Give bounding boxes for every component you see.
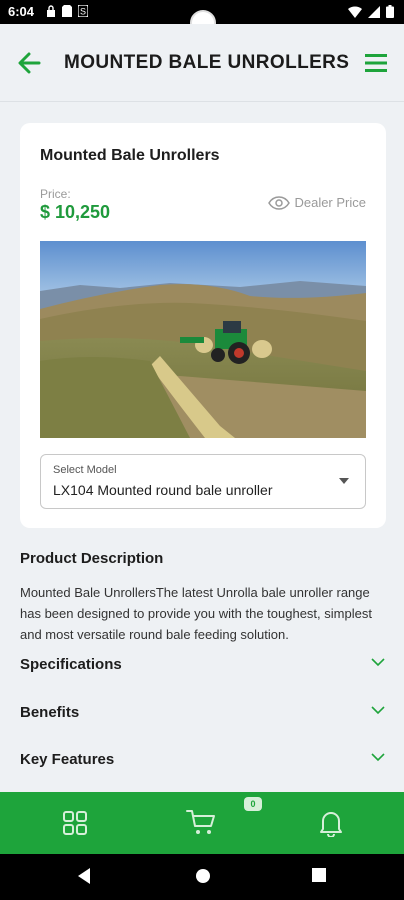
cart-count-badge: 0 bbox=[244, 797, 262, 811]
status-left-icons: S bbox=[46, 5, 88, 17]
dealer-price-label: Dealer Price bbox=[294, 195, 366, 210]
description-title: Product Description bbox=[20, 550, 164, 567]
product-image bbox=[40, 241, 366, 438]
s-icon: S bbox=[78, 5, 88, 17]
bottom-navigation: 0 bbox=[0, 792, 404, 854]
cart-icon bbox=[186, 810, 215, 834]
model-select-value: LX104 Mounted round bale unroller bbox=[53, 482, 273, 498]
nav-notifications-button[interactable] bbox=[314, 806, 348, 840]
home-circle-icon[interactable] bbox=[194, 867, 212, 885]
back-button[interactable] bbox=[14, 48, 44, 78]
description-text: Mounted Bale UnrollersThe latest Unrolla… bbox=[20, 585, 372, 642]
accordion-label: Key Features bbox=[20, 751, 115, 768]
lock-icon bbox=[47, 5, 55, 17]
model-select[interactable]: Select Model LX104 Mounted round bale un… bbox=[40, 454, 366, 509]
product-title: Mounted Bale Unrollers bbox=[40, 147, 220, 164]
battery-icon bbox=[386, 5, 394, 18]
nav-categories-button[interactable] bbox=[58, 806, 92, 840]
system-navigation-bar bbox=[0, 854, 404, 900]
accordion-specifications[interactable]: Specifications bbox=[20, 651, 386, 681]
wifi-icon bbox=[348, 5, 362, 18]
accordion-key-features[interactable]: Key Features bbox=[20, 746, 386, 776]
dropdown-arrow-icon bbox=[339, 478, 349, 484]
svg-text:S: S bbox=[80, 7, 86, 17]
status-time: 6:04 bbox=[8, 4, 35, 19]
accordion-label: Benefits bbox=[20, 704, 80, 721]
accordion-label: Specifications bbox=[20, 656, 122, 673]
back-triangle-icon[interactable] bbox=[76, 867, 92, 885]
recents-square-icon[interactable] bbox=[311, 867, 327, 883]
chevron-down-icon bbox=[371, 706, 385, 715]
product-card: Mounted Bale Unrollers Price: $ 10,250 D… bbox=[20, 123, 386, 528]
dealer-price-toggle[interactable]: Dealer Price bbox=[268, 195, 366, 210]
sd-card-icon bbox=[62, 5, 72, 17]
nav-cart-button[interactable] bbox=[184, 806, 218, 840]
arrow-left-icon bbox=[18, 52, 41, 74]
menu-button[interactable] bbox=[362, 49, 390, 77]
app-header: MOUNTED BALE UNROLLERS bbox=[0, 24, 404, 102]
price-label: Price: bbox=[40, 187, 71, 201]
chevron-down-icon bbox=[371, 658, 385, 667]
chevron-down-icon bbox=[371, 753, 385, 762]
hamburger-menu-icon bbox=[365, 54, 387, 72]
status-right-icons bbox=[348, 5, 394, 18]
bell-icon bbox=[320, 812, 342, 837]
eye-icon bbox=[268, 195, 291, 210]
tractor-photo bbox=[40, 241, 366, 438]
accordion-benefits[interactable]: Benefits bbox=[20, 699, 386, 729]
page-title: MOUNTED BALE UNROLLERS bbox=[64, 52, 350, 73]
price-value: $ 10,250 bbox=[40, 202, 111, 222]
grid-icon bbox=[63, 811, 87, 835]
model-select-label: Select Model bbox=[53, 464, 117, 476]
signal-icon bbox=[368, 5, 380, 18]
